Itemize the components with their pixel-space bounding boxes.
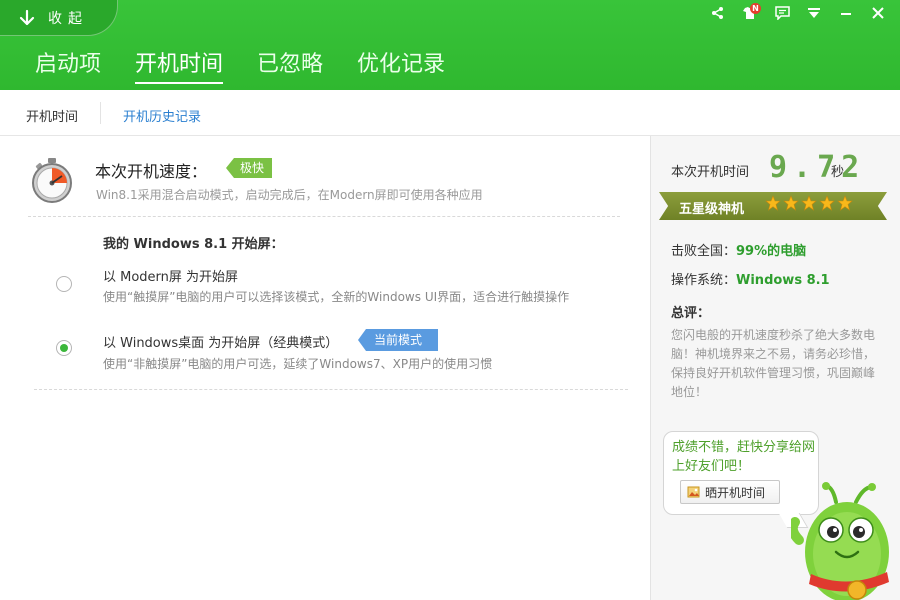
close-icon[interactable] <box>866 4 890 22</box>
os-label: 操作系统： <box>671 273 736 288</box>
star-icon <box>837 195 853 211</box>
tab-ignored[interactable]: 已忽略 <box>257 46 323 82</box>
beat-label: 击败全国： <box>671 244 736 259</box>
subtab-divider <box>100 102 101 124</box>
option-modern-desc: 使用“触摸屏”电脑的用户可以选择该模式，全新的Windows UI界面，适合进行… <box>103 288 569 305</box>
tab-optimization-log[interactable]: 优化记录 <box>357 46 445 82</box>
speed-title: 本次开机速度： <box>95 158 207 182</box>
window-controls: N <box>706 4 890 22</box>
stats-panel: 本次开机时间 9.72 秒 五星级神机 击败全国：99%的电脑 操作系统：Win… <box>650 136 900 600</box>
mascot-icon <box>791 482 900 600</box>
skin-shirt-icon[interactable]: N <box>738 4 762 22</box>
os-row: 操作系统：Windows 8.1 <box>671 269 830 288</box>
subtab-boot-history[interactable]: 开机历史记录 <box>123 106 201 125</box>
main-content: 本次开机速度： 极快 Win8.1采用混合启动模式，启动完成后，在Modern屏… <box>0 136 650 600</box>
os-value: Windows 8.1 <box>736 273 830 288</box>
share-icon[interactable] <box>706 4 730 22</box>
divider <box>34 389 628 390</box>
divider <box>28 216 620 217</box>
star-icon <box>819 195 835 211</box>
boot-time-label: 本次开机时间 <box>671 161 749 180</box>
star-icon <box>801 195 817 211</box>
boot-time-value: 9.72 <box>769 150 865 185</box>
message-icon[interactable] <box>770 4 794 22</box>
top-header: 收起 N 启动项 开机时间 已忽略 优化记录 <box>0 0 900 90</box>
notification-badge: N <box>750 3 761 14</box>
beat-value: 99%的电脑 <box>736 244 806 259</box>
rating-text: 五星级神机 <box>679 198 744 217</box>
main-tabs: 启动项 开机时间 已忽略 优化记录 <box>35 46 479 82</box>
share-boot-time-button[interactable]: 晒开机时间 <box>680 480 780 504</box>
stopwatch-icon <box>30 156 74 204</box>
boot-time-unit: 秒 <box>831 161 844 180</box>
subtab-boot-time[interactable]: 开机时间 <box>26 106 78 125</box>
tab-boot-time[interactable]: 开机时间 <box>135 46 223 82</box>
tab-startup-items[interactable]: 启动项 <box>35 46 101 82</box>
review-label: 总评： <box>671 302 710 321</box>
rating-banner: 五星级神机 <box>659 192 887 220</box>
star-icon <box>783 195 799 211</box>
option-desktop-desc: 使用“非触摸屏”电脑的用户可选，延续了Windows7、XP用户的使用习惯 <box>103 355 492 372</box>
radio-desktop-screen[interactable] <box>56 340 72 356</box>
picture-icon <box>687 485 701 499</box>
current-mode-badge: 当前模式 <box>358 329 438 351</box>
radio-modern-screen[interactable] <box>56 276 72 292</box>
rating-stars <box>765 195 853 211</box>
radio-selected-dot <box>60 344 68 352</box>
option-modern-title[interactable]: 以 Modern屏 为开始屏 <box>103 266 238 285</box>
star-icon <box>765 195 781 211</box>
arrow-down-icon <box>18 9 36 27</box>
option-desktop-title[interactable]: 以 Windows桌面 为开始屏（经典模式） <box>103 332 338 351</box>
speed-description: Win8.1采用混合启动模式，启动完成后，在Modern屏即可使用各种应用 <box>96 186 483 203</box>
review-text: 您闪电般的开机速度秒杀了绝大多数电脑！神机境界来之不易，请务必珍惜，保持良好开机… <box>671 326 881 402</box>
menu-dropdown-icon[interactable] <box>802 4 826 22</box>
minimize-icon[interactable] <box>834 4 858 22</box>
collapse-button[interactable]: 收起 <box>0 0 118 36</box>
share-button-label: 晒开机时间 <box>705 484 765 501</box>
collapse-label: 收起 <box>48 8 88 28</box>
subtab-bar: 开机时间 开机历史记录 <box>0 90 900 136</box>
beat-row: 击败全国：99%的电脑 <box>671 240 806 259</box>
start-screen-title: 我的 Windows 8.1 开始屏： <box>103 233 284 252</box>
share-text: 成绩不错，赶快分享给网上好友们吧！ <box>672 438 816 476</box>
speed-badge: 极快 <box>226 158 272 178</box>
